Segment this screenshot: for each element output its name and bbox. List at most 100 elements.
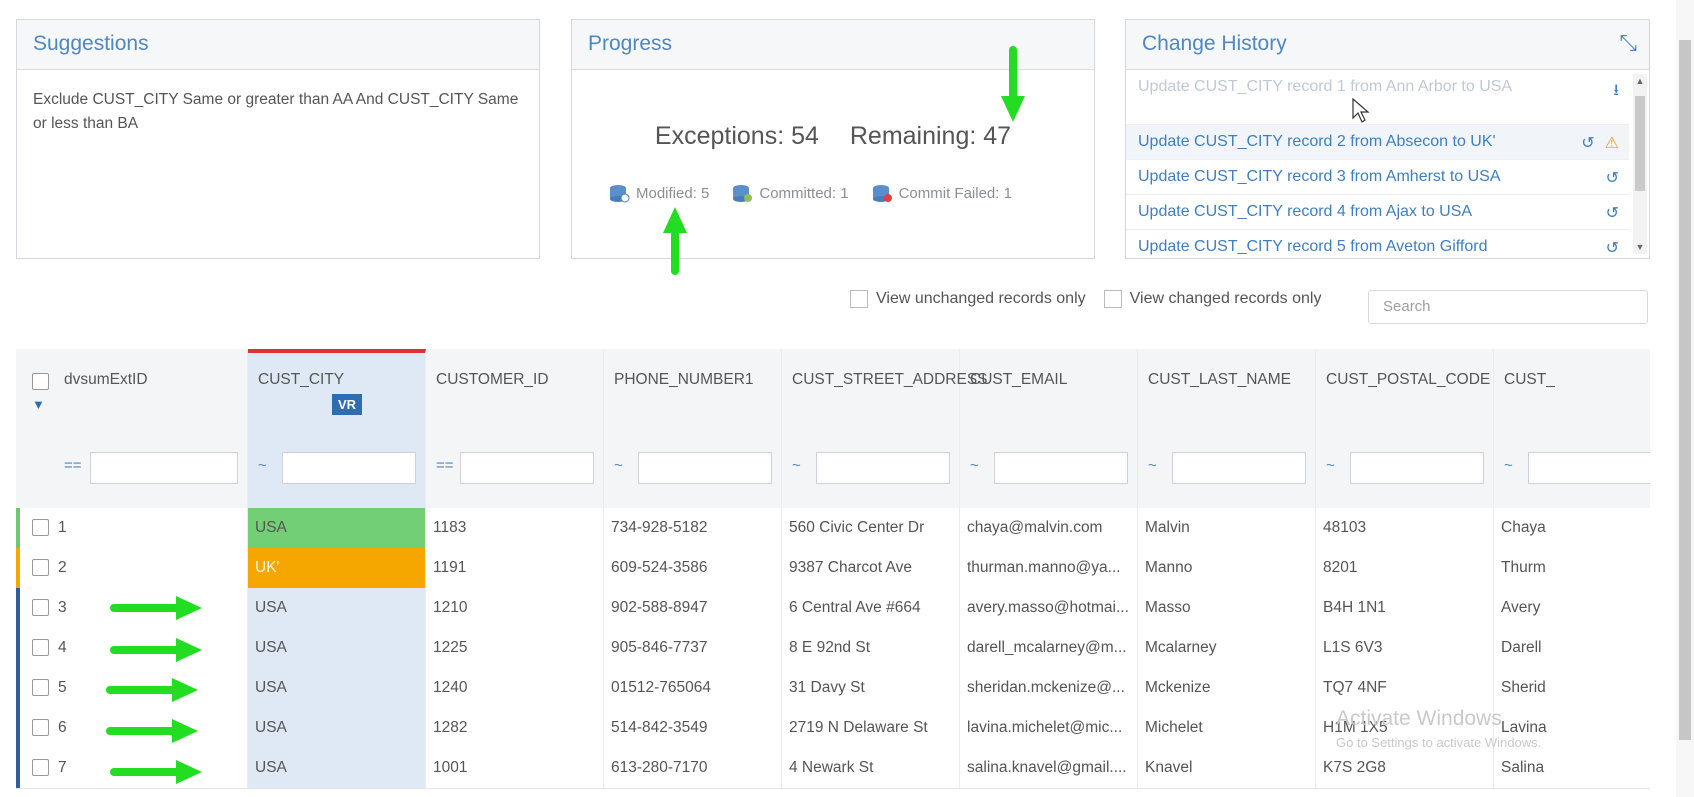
table-cell[interactable]: USA: [248, 588, 426, 628]
column-header[interactable]: PHONE_NUMBER1: [604, 349, 782, 428]
vr-badge[interactable]: VR: [332, 394, 363, 415]
table-cell[interactable]: 01512-765064: [604, 668, 782, 708]
column-header[interactable]: CUST_STREET_ADDRESS: [782, 349, 988, 428]
undo-icon[interactable]: ↺: [1606, 203, 1619, 223]
history-item[interactable]: Update CUST_CITY record 2 from Absecon t…: [1126, 125, 1629, 160]
table-cell[interactable]: 4 Newark St: [782, 748, 960, 788]
undo-icon[interactable]: ↺: [1581, 133, 1594, 153]
filter-operator[interactable]: ~: [1504, 457, 1513, 474]
history-item[interactable]: Update CUST_CITY record 4 from Ajax to U…: [1126, 195, 1629, 230]
table-cell[interactable]: Chaya: [1494, 508, 1650, 548]
column-filter-input[interactable]: [1528, 452, 1650, 484]
view-unchanged-toggle[interactable]: View unchanged records only: [850, 290, 1086, 308]
committed-stat[interactable]: Committed: 1: [731, 182, 849, 204]
filter-operator[interactable]: ==: [64, 457, 82, 474]
table-cell[interactable]: 560 Civic Center Dr: [782, 508, 960, 548]
table-row[interactable]: 2 UK' 1191 609-524-3586 9387 Charcot Ave thur…: [16, 548, 1650, 589]
table-cell[interactable]: Darell: [1494, 628, 1650, 668]
table-cell[interactable]: 613-280-7170: [604, 748, 782, 788]
column-filter-input[interactable]: [90, 452, 238, 484]
expand-icon[interactable]: ⤡: [1619, 30, 1637, 56]
column-header[interactable]: CUST_POSTAL_CODE: [1316, 349, 1494, 428]
table-cell[interactable]: B4H 1N1: [1316, 588, 1494, 628]
table-cell[interactable]: chaya@malvin.com: [960, 508, 1138, 548]
table-cell[interactable]: 609-524-3586: [604, 548, 782, 588]
table-cell[interactable]: 8 E 92nd St: [782, 628, 960, 668]
history-scroll-thumb[interactable]: [1635, 96, 1645, 191]
table-cell[interactable]: 1282: [426, 708, 604, 748]
table-cell[interactable]: 31 Davy St: [782, 668, 960, 708]
table-cell[interactable]: salina.knavel@gmail....: [960, 748, 1138, 788]
table-cell[interactable]: Thurm: [1494, 548, 1650, 588]
table-cell[interactable]: 1183: [426, 508, 604, 548]
column-header[interactable]: CUST_: [1494, 349, 1650, 428]
table-row[interactable]: 1 USA 1183 734-928-5182 560 Civic Center Dr c…: [16, 508, 1650, 549]
changed-checkbox[interactable]: [1103, 290, 1122, 308]
table-row[interactable]: 4 USA 1225 905-846-7737 8 E 92nd St darell_mc…: [16, 628, 1650, 669]
table-cell[interactable]: 905-846-7737: [604, 628, 782, 668]
table-row[interactable]: 3 USA 1210 902-588-8947 6 Central Ave #664 av…: [16, 588, 1650, 629]
filter-operator[interactable]: ~: [1326, 457, 1335, 474]
history-scrollbar[interactable]: ▲ ▼: [1633, 74, 1647, 254]
scroll-up-icon[interactable]: ▲: [1633, 76, 1647, 86]
unchanged-checkbox[interactable]: [850, 290, 868, 308]
history-item[interactable]: Update CUST_CITY record 5 from Aveton Gi…: [1126, 230, 1629, 258]
table-cell[interactable]: Mcalarney: [1138, 628, 1316, 668]
filter-operator[interactable]: ~: [614, 457, 623, 474]
filter-operator[interactable]: ~: [1148, 457, 1157, 474]
table-cell[interactable]: L1S 6V3: [1316, 628, 1494, 668]
page-scroll-thumb[interactable]: [1679, 40, 1691, 740]
table-cell[interactable]: thurman.manno@ya...: [960, 548, 1138, 588]
table-cell[interactable]: Malvin: [1138, 508, 1316, 548]
table-cell[interactable]: sheridan.mckenize@...: [960, 668, 1138, 708]
suggestion-text[interactable]: Exclude CUST_CITY Same or greater than A…: [17, 70, 539, 154]
column-filter-input[interactable]: [1172, 452, 1306, 484]
view-changed-toggle[interactable]: View changed records only: [1103, 290, 1321, 308]
table-cell[interactable]: 734-928-5182: [604, 508, 782, 548]
scroll-down-icon[interactable]: ▼: [1633, 242, 1647, 252]
download-icon[interactable]: ⭳: [1613, 80, 1619, 102]
filter-operator[interactable]: ~: [258, 457, 267, 474]
table-cell[interactable]: 2: [16, 548, 248, 588]
table-cell[interactable]: 1001: [426, 748, 604, 788]
table-cell[interactable]: USA: [248, 628, 426, 668]
table-cell[interactable]: Manno: [1138, 548, 1316, 588]
table-cell[interactable]: 8201: [1316, 548, 1494, 588]
table-cell[interactable]: Michelet: [1138, 708, 1316, 748]
table-cell[interactable]: TQ7 4NF: [1316, 668, 1494, 708]
page-scrollbar[interactable]: [1676, 0, 1694, 797]
table-cell[interactable]: USA: [248, 508, 426, 548]
filter-operator[interactable]: ==: [436, 457, 454, 474]
column-header[interactable]: CUST_EMAIL: [960, 349, 1138, 428]
history-item[interactable]: Update CUST_CITY record 3 from Amherst t…: [1126, 160, 1629, 195]
search-input[interactable]: Search: [1368, 290, 1648, 324]
table-row[interactable]: 5 USA 1240 01512-765064 31 Davy St sheridan.m…: [16, 668, 1650, 709]
table-cell[interactable]: avery.masso@hotmai...: [960, 588, 1138, 628]
history-item[interactable]: Update CUST_CITY record 1 from Ann Arbor…: [1126, 72, 1629, 125]
commit-failed-stat[interactable]: Commit Failed: 1: [871, 182, 1012, 204]
table-cell[interactable]: 514-842-3549: [604, 708, 782, 748]
table-cell[interactable]: 1225: [426, 628, 604, 668]
table-cell[interactable]: USA: [248, 668, 426, 708]
table-cell[interactable]: 1: [16, 508, 248, 548]
column-filter-input[interactable]: [1350, 452, 1484, 484]
column-header[interactable]: CUST_LAST_NAME: [1138, 349, 1316, 428]
column-filter-input[interactable]: [816, 452, 950, 484]
table-cell[interactable]: Masso: [1138, 588, 1316, 628]
column-header[interactable]: CUSTOMER_ID: [426, 349, 604, 428]
table-cell[interactable]: 6 Central Ave #664: [782, 588, 960, 628]
table-cell[interactable]: Avery: [1494, 588, 1650, 628]
column-filter-input[interactable]: [994, 452, 1128, 484]
table-cell[interactable]: 48103: [1316, 508, 1494, 548]
undo-icon[interactable]: ↺: [1606, 238, 1619, 258]
column-filter-input[interactable]: [282, 452, 416, 484]
table-cell[interactable]: Sherid: [1494, 668, 1650, 708]
column-header[interactable]: dvsumExtID: [16, 349, 248, 428]
column-header[interactable]: CUST_CITY: [248, 349, 426, 428]
table-cell[interactable]: 9387 Charcot Ave: [782, 548, 960, 588]
filter-operator[interactable]: ~: [970, 457, 979, 474]
table-cell[interactable]: lavina.michelet@mic...: [960, 708, 1138, 748]
undo-icon[interactable]: ↺: [1606, 168, 1619, 188]
modified-stat[interactable]: Modified: 5: [608, 182, 709, 204]
column-filter-input[interactable]: [460, 452, 594, 484]
